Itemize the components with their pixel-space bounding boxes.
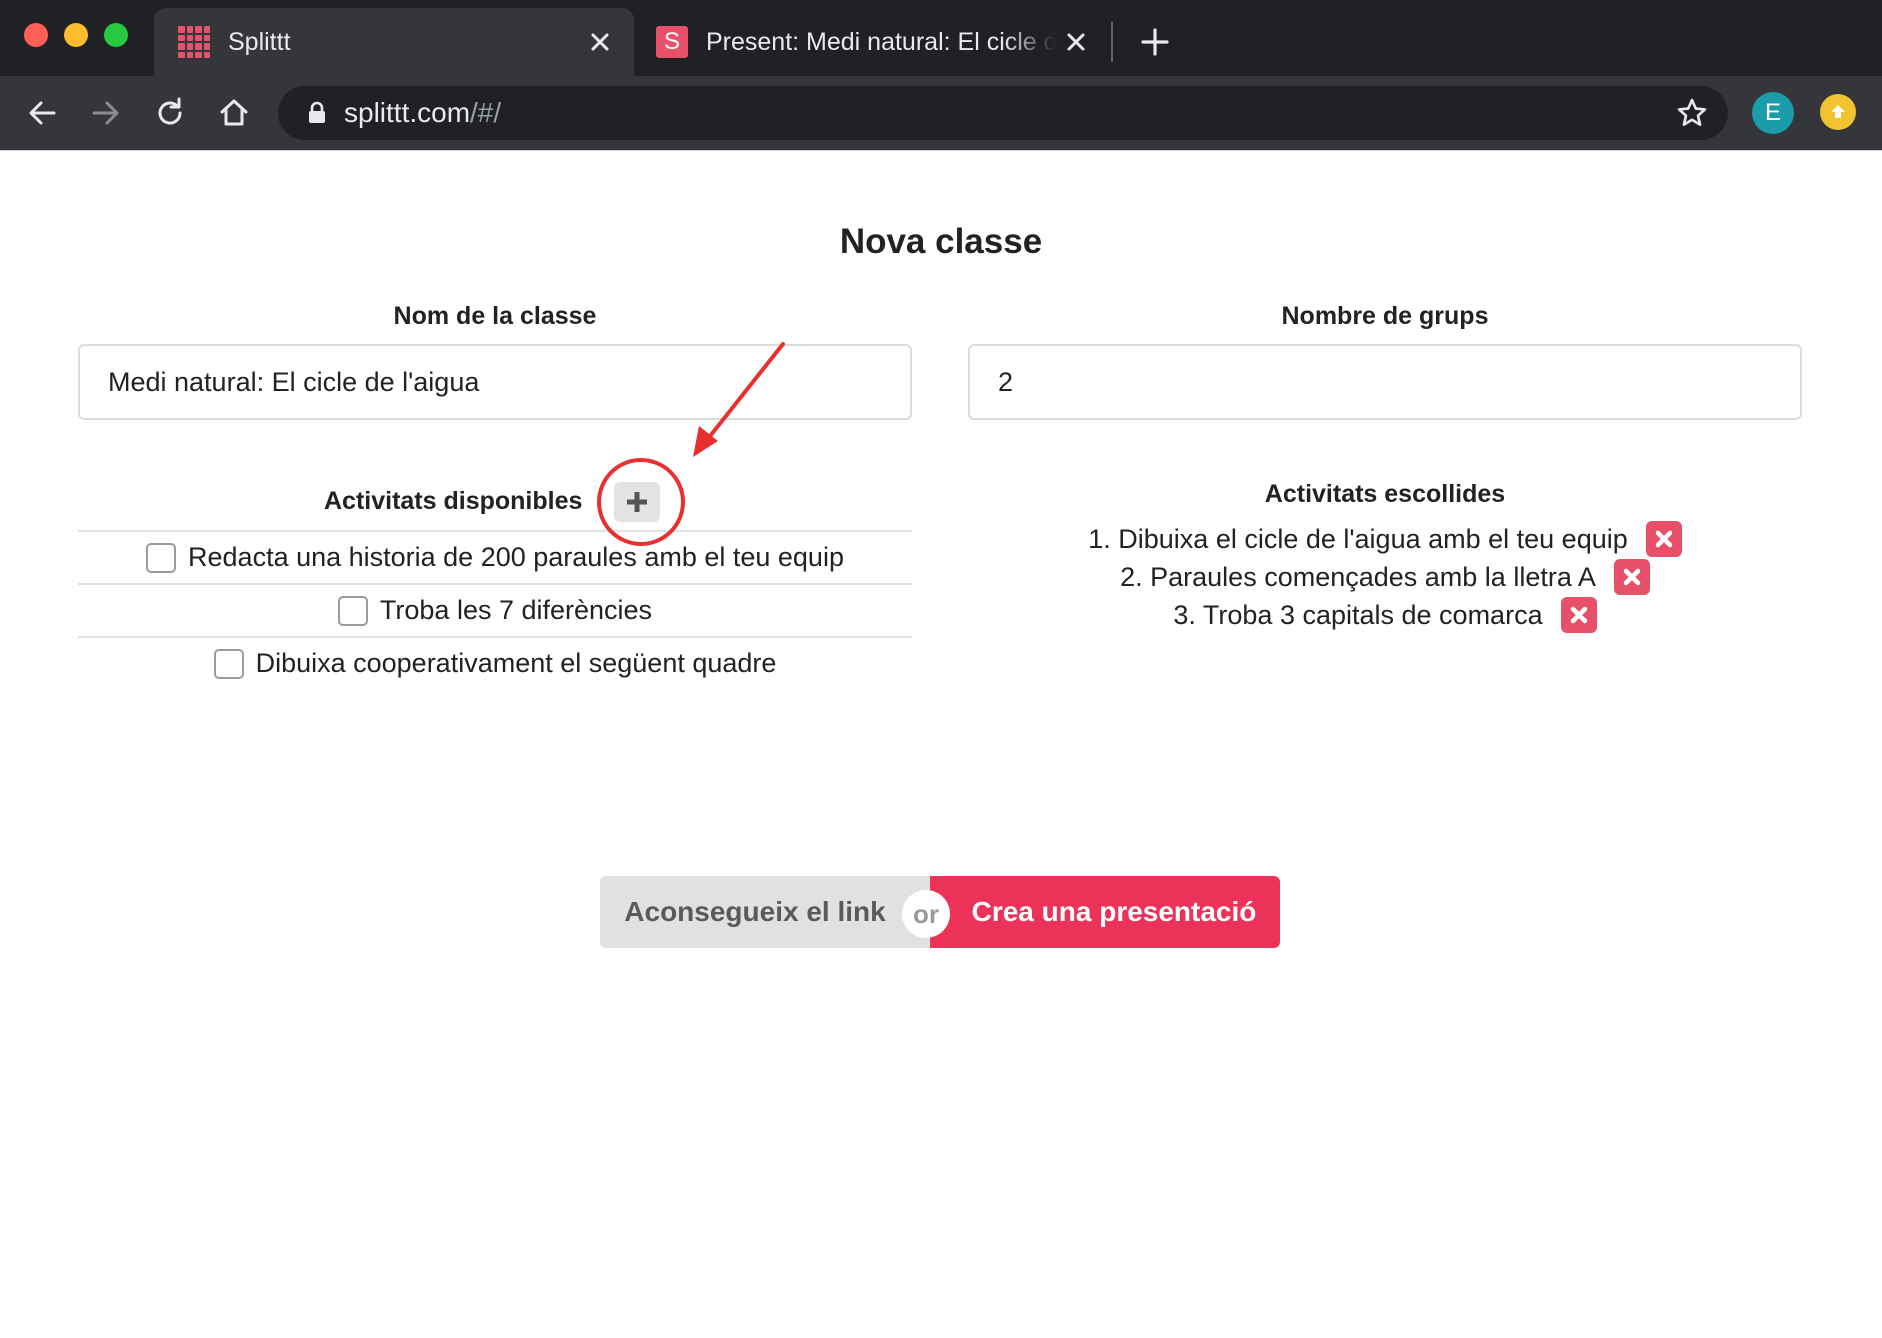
list-item: Troba les 7 diferències — [78, 583, 912, 636]
activity-checkbox[interactable] — [146, 542, 177, 573]
new-tab-plus-icon[interactable] — [1135, 22, 1175, 62]
remove-activity-button[interactable] — [1645, 521, 1682, 557]
close-icon — [1570, 606, 1587, 624]
activity-checkbox[interactable] — [213, 648, 244, 679]
bookmark-star-icon[interactable] — [1674, 95, 1710, 131]
address-bar[interactable]: splittt.com/#/ — [278, 86, 1728, 140]
chosen-activity-label: 3. Troba 3 capitals de comarca — [1173, 599, 1543, 630]
activity-label: Redacta una historia de 200 paraules amb… — [188, 542, 844, 572]
extension-upload-icon[interactable] — [1820, 94, 1856, 130]
splittt-grid-icon — [178, 26, 210, 58]
close-icon — [1623, 568, 1641, 586]
class-name-label: Nom de la classe — [393, 302, 597, 330]
remove-activity-button[interactable] — [1613, 559, 1650, 595]
list-item: 3. Troba 3 capitals de comarca — [968, 596, 1802, 634]
available-activities-title: Activitats disponibles — [324, 487, 583, 515]
action-button-group: Aconsegueix el link Crea una presentació… — [600, 876, 1280, 948]
or-divider: or — [902, 890, 950, 938]
activity-label: Dibuixa cooperativament el següent quadr… — [255, 648, 777, 678]
tab-title: Splittt — [228, 27, 291, 56]
window-zoom-button[interactable] — [104, 23, 128, 47]
lock-icon — [309, 101, 325, 123]
browser-toolbar: splittt.com/#/ E — [0, 76, 1882, 150]
tab-splittt[interactable]: Splittt — [154, 8, 634, 76]
groups-input[interactable] — [968, 344, 1802, 420]
class-name-input[interactable] — [78, 344, 912, 420]
activity-label: Troba les 7 diferències — [379, 595, 653, 625]
available-activities-list: Redacta una historia de 200 paraules amb… — [78, 530, 912, 689]
close-icon[interactable] — [580, 22, 620, 62]
chosen-activities-title: Activitats escollides — [1264, 480, 1506, 508]
tab-present[interactable]: S Present: Medi natural: El cicle de l'a… — [640, 8, 1110, 76]
groups-label: Nombre de grups — [1281, 302, 1489, 330]
tab-separator — [1111, 22, 1113, 62]
profile-avatar[interactable]: E — [1752, 92, 1794, 134]
list-item: 1. Dibuixa el cicle de l'aigua amb el te… — [968, 520, 1802, 558]
chosen-activity-label: 2. Paraules començades amb la lletra A — [1120, 561, 1596, 592]
home-icon[interactable] — [214, 93, 254, 133]
add-activity-button[interactable] — [614, 482, 660, 522]
list-item: 2. Paraules començades amb la lletra A — [968, 558, 1802, 596]
annotation-arrow-head — [693, 426, 718, 457]
chosen-activities-list: 1. Dibuixa el cicle de l'aigua amb el te… — [968, 520, 1802, 634]
back-arrow-icon[interactable] — [22, 93, 62, 133]
window-close-button[interactable] — [24, 23, 48, 47]
close-icon[interactable] — [1056, 22, 1096, 62]
list-item: Dibuixa cooperativament el següent quadr… — [78, 636, 912, 689]
page-divider — [0, 150, 1882, 151]
chosen-activity-label: 1. Dibuixa el cicle de l'aigua amb el te… — [1088, 523, 1628, 554]
browser-tab-bar: Splittt S Present: Medi natural: El cicl… — [0, 0, 1882, 76]
activity-checkbox[interactable] — [337, 595, 368, 626]
plus-icon — [627, 492, 647, 512]
s-letter-icon: S — [656, 26, 688, 58]
tab-title: Present: Medi natural: El cicle de l'aig… — [706, 27, 1056, 56]
close-icon — [1655, 530, 1672, 548]
create-presentation-button[interactable]: Crea una presentació — [930, 876, 1280, 948]
window-minimize-button[interactable] — [64, 23, 88, 47]
forward-arrow-icon[interactable] — [86, 93, 126, 133]
get-link-button[interactable]: Aconsegueix el link — [600, 876, 930, 948]
list-item: Redacta una historia de 200 paraules amb… — [78, 530, 912, 583]
remove-activity-button[interactable] — [1560, 597, 1597, 633]
url-text: splittt.com/#/ — [344, 97, 502, 128]
reload-icon[interactable] — [150, 93, 190, 133]
page-title: Nova classe — [839, 222, 1043, 261]
